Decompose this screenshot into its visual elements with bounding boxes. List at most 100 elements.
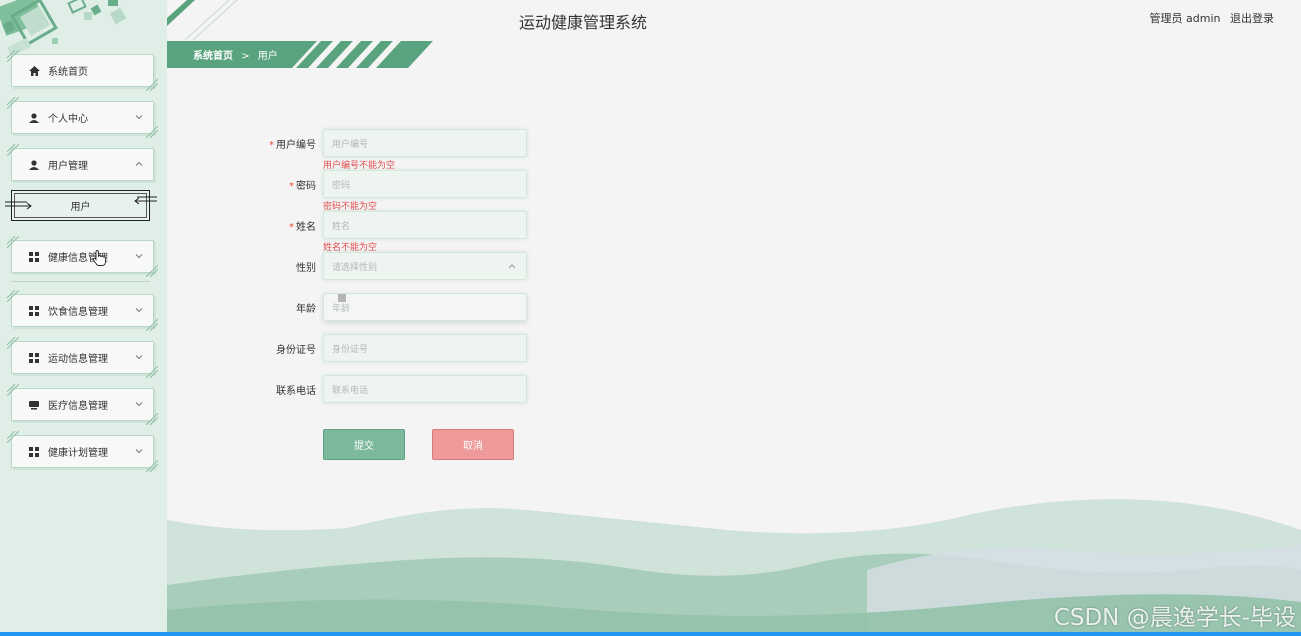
- select-placeholder: 请选择性别: [332, 262, 378, 273]
- chevron-down-icon: [135, 355, 143, 360]
- user-role-label: 管理员 admin: [1149, 12, 1221, 25]
- user-id-input[interactable]: 用户编号: [323, 129, 527, 157]
- monitor-icon: [28, 399, 40, 411]
- sidebar-item-label: 用户管理: [48, 161, 88, 172]
- age-input[interactable]: 年龄: [323, 293, 527, 321]
- id-card-input[interactable]: 身份证号: [323, 334, 527, 362]
- corner-decoration: [146, 265, 158, 277]
- chevron-down-icon: [135, 402, 143, 407]
- sidebar-item-home[interactable]: 系统首页: [7, 50, 158, 91]
- corner-decoration: [146, 460, 158, 472]
- sidebar-decoration: [0, 0, 127, 57]
- input-placeholder: 密码: [332, 180, 351, 191]
- sidebar-item-health-plan[interactable]: 健康计划管理: [7, 431, 158, 472]
- corner-decoration: [7, 97, 19, 109]
- form-row-gender: 性别 请选择性别: [260, 252, 527, 280]
- gender-select[interactable]: 请选择性别: [323, 252, 527, 280]
- person-icon: [28, 112, 40, 124]
- corner-decoration: [146, 319, 158, 331]
- input-placeholder: 身份证号: [332, 344, 369, 355]
- sidebar-item-user-management[interactable]: 用户管理: [7, 144, 154, 181]
- corner-decoration: [146, 79, 158, 91]
- form-row-password: * 密码 密码: [260, 170, 527, 198]
- form-row-user-id: * 用户编号 用户编号: [260, 129, 527, 157]
- arrow-right-icon: [5, 201, 32, 210]
- corner-decoration: [7, 144, 19, 156]
- form-row-phone: 联系电话 联系电话: [260, 375, 527, 403]
- sidebar-item-health-info[interactable]: 健康信息管理: [7, 236, 158, 277]
- sidebar: 系统首页 个人中心 用户管理 用户 健康信息管理 饮食信息管理 运动信息管理 医…: [0, 0, 167, 636]
- field-label: 性别: [260, 259, 316, 274]
- breadcrumb-current: 用户: [257, 51, 278, 62]
- home-icon: [28, 65, 40, 77]
- field-label-text: 联系电话: [276, 385, 316, 397]
- field-label: * 姓名: [260, 218, 316, 233]
- grid-icon: [28, 251, 40, 263]
- logout-link[interactable]: 退出登录: [1230, 12, 1274, 25]
- header-decoration: [167, 0, 238, 40]
- corner-decoration: [7, 236, 19, 248]
- corner-decoration: [146, 366, 158, 378]
- corner-decoration: [7, 290, 19, 302]
- sidebar-item-label: 健康计划管理: [48, 448, 108, 459]
- sidebar-item-label: 运动信息管理: [48, 354, 108, 365]
- field-label: 联系电话: [260, 382, 316, 397]
- input-placeholder: 联系电话: [332, 385, 369, 396]
- field-label-text: 性别: [296, 262, 316, 274]
- chevron-down-icon: [135, 115, 143, 120]
- corner-decoration: [7, 337, 19, 349]
- breadcrumb-home[interactable]: 系统首页: [193, 51, 233, 62]
- taskbar-edge: [0, 632, 1301, 636]
- name-input[interactable]: 姓名: [323, 211, 527, 239]
- required-mark: *: [289, 180, 294, 192]
- hand-cursor-icon: [92, 250, 106, 266]
- page-title: 运动健康管理系统: [519, 13, 648, 32]
- input-placeholder: 用户编号: [332, 139, 369, 150]
- grid-icon: [28, 446, 40, 458]
- form-row-name: * 姓名 姓名: [260, 211, 527, 239]
- dropdown-popper-arrow: [338, 294, 346, 302]
- field-label-text: 年龄: [296, 303, 316, 315]
- password-input[interactable]: 密码: [323, 170, 527, 198]
- breadcrumb-separator: >: [241, 51, 250, 62]
- field-label-text: 姓名: [296, 221, 316, 233]
- arrow-left-icon: [134, 196, 157, 205]
- corner-decoration: [146, 413, 158, 425]
- field-label: 年龄: [260, 300, 316, 315]
- required-mark: *: [269, 139, 274, 151]
- chevron-down-icon: [135, 308, 143, 313]
- chevron-up-icon: [135, 161, 143, 166]
- sidebar-item-label: 个人中心: [48, 114, 88, 125]
- field-label: 身份证号: [260, 341, 316, 356]
- required-mark: *: [289, 221, 294, 233]
- corner-decoration: [146, 126, 158, 138]
- phone-input[interactable]: 联系电话: [323, 375, 527, 403]
- sidebar-item-exercise-info[interactable]: 运动信息管理: [7, 337, 158, 378]
- sidebar-item-personal-center[interactable]: 个人中心: [7, 97, 158, 138]
- field-label: * 密码: [260, 177, 316, 192]
- sidebar-item-medical-info[interactable]: 医疗信息管理: [7, 384, 158, 425]
- person-icon: [28, 159, 40, 171]
- sidebar-divider: [11, 281, 150, 282]
- sidebar-item-diet-info[interactable]: 饮食信息管理: [7, 290, 158, 331]
- cancel-button[interactable]: 取消: [432, 429, 514, 460]
- chevron-down-icon: [135, 254, 143, 259]
- watermark: CSDN @晨逸学长-毕设: [1053, 605, 1296, 631]
- sidebar-item-label: 饮食信息管理: [48, 307, 108, 318]
- sidebar-item-label: 系统首页: [48, 67, 88, 78]
- sidebar-item-label: 医疗信息管理: [48, 401, 108, 412]
- chevron-up-icon: [508, 264, 516, 269]
- user-bar: 管理员 admin 退出登录: [1144, 10, 1274, 26]
- grid-icon: [28, 305, 40, 317]
- breadcrumb: 系统首页 > 用户: [193, 47, 278, 62]
- chevron-down-icon: [135, 449, 143, 454]
- field-label-text: 密码: [296, 180, 316, 192]
- field-label-text: 身份证号: [276, 344, 316, 356]
- field-label: * 用户编号: [260, 136, 316, 151]
- submit-button[interactable]: 提交: [323, 429, 405, 460]
- grid-icon: [28, 352, 40, 364]
- corner-decoration: [7, 431, 19, 443]
- form-row-age: 年龄 年龄: [260, 293, 527, 321]
- corner-decoration: [7, 384, 19, 396]
- input-placeholder: 姓名: [332, 221, 351, 232]
